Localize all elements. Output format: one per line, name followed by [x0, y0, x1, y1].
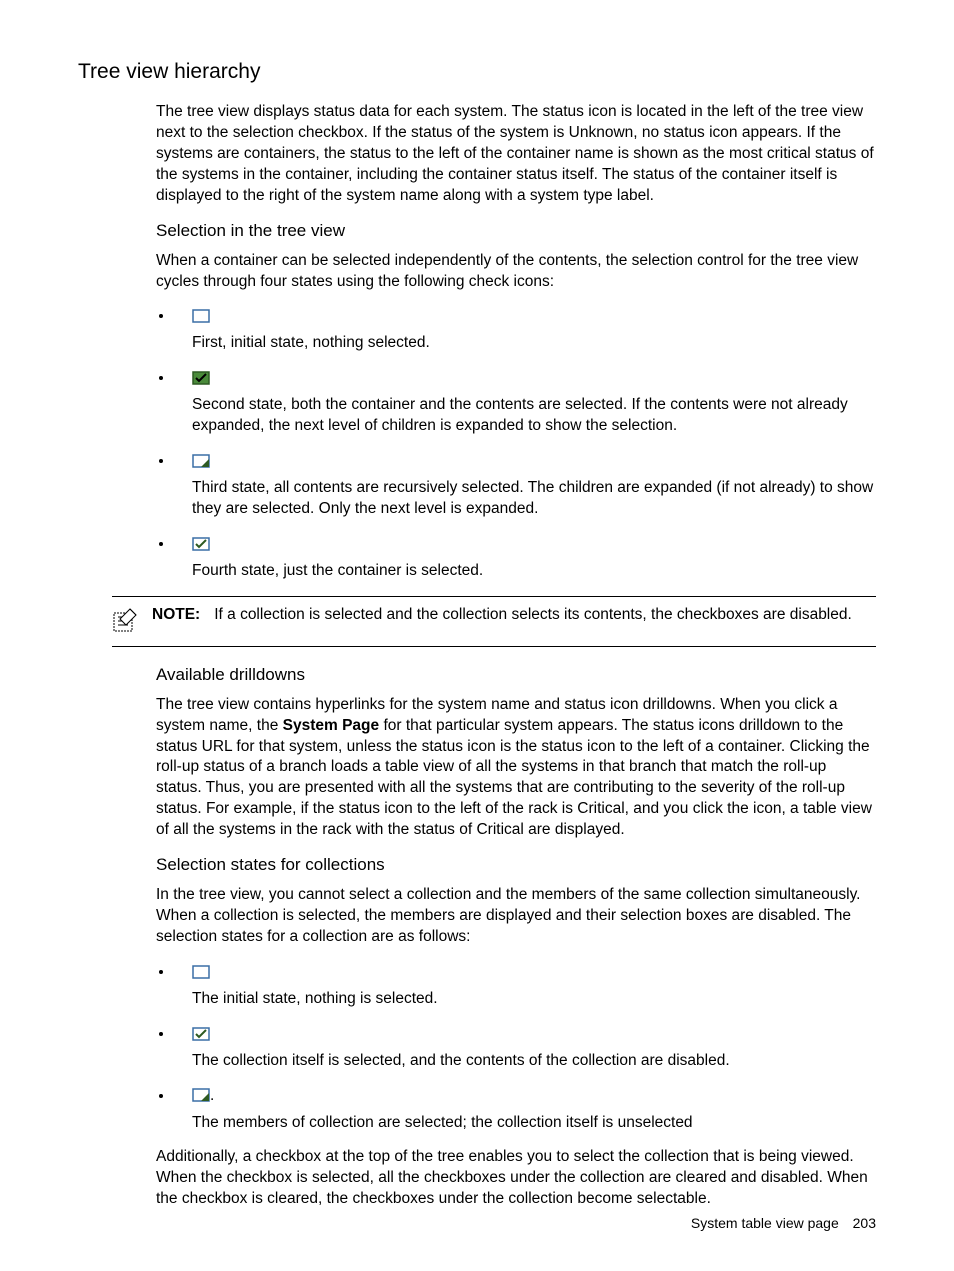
period: .: [210, 1087, 214, 1104]
list-item: Third state, all contents are recursivel…: [174, 451, 876, 520]
checkbox-check-icon: [192, 534, 876, 555]
collection-states-list: The initial state, nothing is selected. …: [156, 962, 876, 1134]
page-footer: System table view page 203: [691, 1215, 876, 1231]
checkbox-empty-icon: [192, 962, 876, 983]
checkbox-filled-check-icon: [192, 368, 876, 389]
footer-label: System table view page: [691, 1215, 839, 1231]
note-icon: [112, 607, 138, 638]
note-body: If a collection is selected and the coll…: [214, 606, 852, 623]
subhead-selection-tree: Selection in the tree view: [156, 221, 876, 241]
selection-lead: When a container can be selected indepen…: [156, 251, 876, 293]
footer-page-number: 203: [853, 1215, 876, 1231]
state-desc: The members of collection are selected; …: [192, 1113, 876, 1134]
subhead-drilldowns: Available drilldowns: [156, 665, 876, 685]
collection-lead: In the tree view, you cannot select a co…: [156, 885, 876, 948]
state-desc: The initial state, nothing is selected.: [192, 989, 876, 1010]
state-desc: First, initial state, nothing selected.: [192, 333, 876, 354]
page-title: Tree view hierarchy: [78, 60, 876, 84]
state-desc: Fourth state, just the container is sele…: [192, 561, 876, 582]
state-desc: The collection itself is selected, and t…: [192, 1051, 876, 1072]
checkbox-empty-icon: [192, 306, 876, 327]
note-block: NOTE: If a collection is selected and the…: [112, 596, 876, 647]
state-desc: Third state, all contents are recursivel…: [192, 478, 876, 520]
selection-states-list: First, initial state, nothing selected. …: [156, 306, 876, 581]
note-label: NOTE:: [152, 606, 200, 623]
system-page-term: System Page: [283, 717, 380, 734]
intro-paragraph: The tree view displays status data for e…: [156, 102, 876, 207]
subhead-collection-states: Selection states for collections: [156, 855, 876, 875]
list-item: The initial state, nothing is selected.: [174, 962, 876, 1010]
drill-c: for that particular system appears. The …: [156, 717, 872, 839]
list-item: . The members of collection are selected…: [174, 1086, 876, 1134]
state-desc: Second state, both the container and the…: [192, 395, 876, 437]
collection-tail: Additionally, a checkbox at the top of t…: [156, 1147, 876, 1210]
checkbox-corner-icon: .: [192, 1086, 876, 1107]
list-item: The collection itself is selected, and t…: [174, 1024, 876, 1072]
note-text: NOTE: If a collection is selected and the…: [152, 605, 852, 626]
list-item: Fourth state, just the container is sele…: [174, 534, 876, 582]
checkbox-check-icon: [192, 1024, 876, 1045]
checkbox-corner-icon: [192, 451, 876, 472]
drilldowns-paragraph: The tree view contains hyperlinks for th…: [156, 695, 876, 841]
list-item: Second state, both the container and the…: [174, 368, 876, 437]
list-item: First, initial state, nothing selected.: [174, 306, 876, 354]
